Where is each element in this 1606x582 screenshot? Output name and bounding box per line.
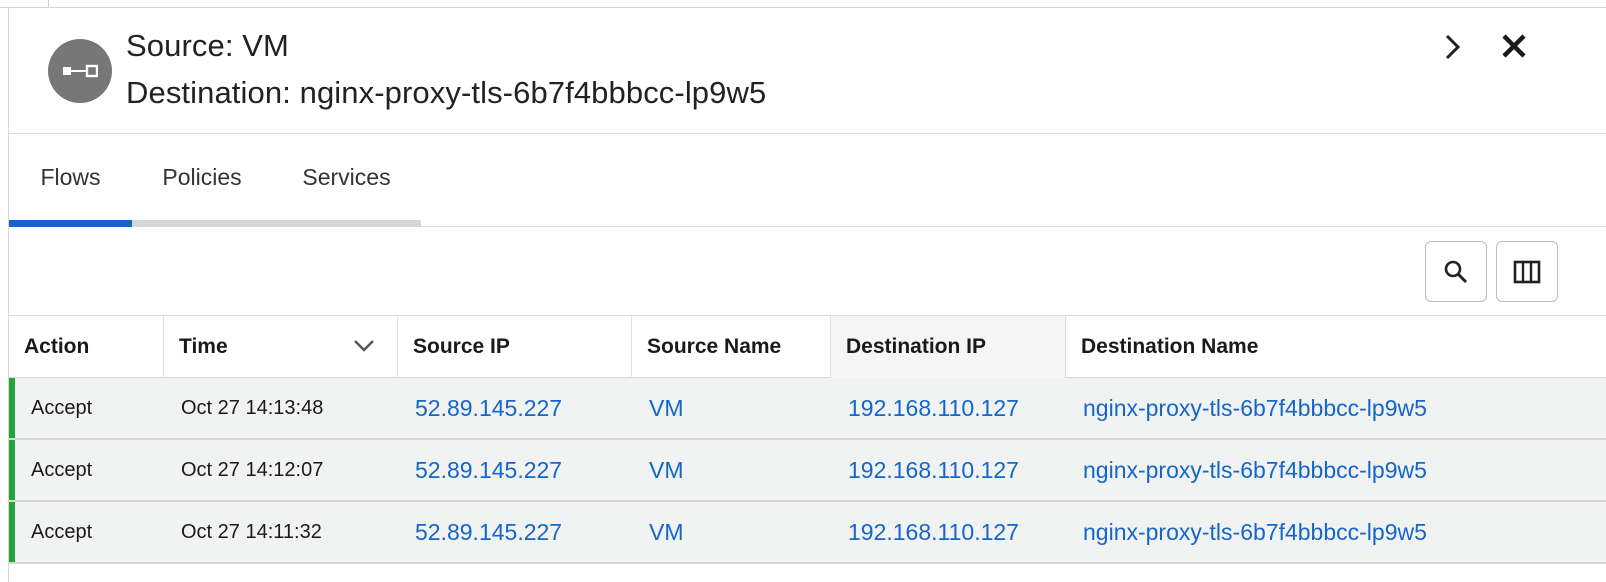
table-header: Action Time Source IP Source Name Destin… <box>9 316 1606 378</box>
close-icon <box>1502 34 1526 58</box>
column-label: Time <box>179 335 228 358</box>
connection-avatar <box>48 39 112 103</box>
table-row[interactable]: Accept Oct 27 14:13:48 52.89.145.227 VM … <box>9 378 1606 440</box>
column-header-destination-name[interactable]: Destination Name <box>1066 316 1606 378</box>
source-ip-link[interactable]: 52.89.145.227 <box>415 378 562 438</box>
time-cell: Oct 27 14:12:07 <box>181 458 324 481</box>
action-cell: Accept <box>31 396 93 419</box>
column-header-destination-ip[interactable]: Destination IP <box>831 316 1066 378</box>
destination-title: Destination: nginx-proxy-tls-6b7f4bbbcc-… <box>126 75 767 110</box>
search-icon <box>1444 260 1468 283</box>
time-cell: Oct 27 14:13:48 <box>181 396 324 419</box>
active-tab-indicator <box>9 220 132 227</box>
column-label: Destination IP <box>846 335 987 358</box>
destination-name-link[interactable]: nginx-proxy-tls-6b7f4bbbcc-lp9w5 <box>1083 440 1427 500</box>
tab-services[interactable]: Services <box>272 134 421 221</box>
destination-ip-link[interactable]: 192.168.110.127 <box>848 440 1019 500</box>
destination-name-link[interactable]: nginx-proxy-tls-6b7f4bbbcc-lp9w5 <box>1083 378 1427 438</box>
flow-detail-panel: Source: VM Destination: nginx-proxy-tls-… <box>8 8 1606 582</box>
status-indicator <box>9 378 15 438</box>
tab-flows[interactable]: Flows <box>9 134 132 221</box>
search-button[interactable] <box>1425 241 1487 302</box>
source-name-link[interactable]: VM <box>649 440 684 500</box>
destination-name-link[interactable]: nginx-proxy-tls-6b7f4bbbcc-lp9w5 <box>1083 502 1427 562</box>
table-row[interactable]: Accept Oct 27 14:12:07 52.89.145.227 VM … <box>9 440 1606 502</box>
expand-button[interactable] <box>1434 30 1470 66</box>
action-cell: Accept <box>31 520 93 543</box>
flows-table: Action Time Source IP Source Name Destin… <box>9 316 1606 564</box>
status-indicator <box>9 502 15 562</box>
tab-track <box>132 220 421 227</box>
source-name-link[interactable]: VM <box>649 502 684 562</box>
panel-header: Source: VM Destination: nginx-proxy-tls-… <box>9 8 1606 134</box>
source-ip-link[interactable]: 52.89.145.227 <box>415 440 562 500</box>
columns-button[interactable] <box>1496 241 1558 302</box>
column-header-time[interactable]: Time <box>164 316 398 378</box>
status-indicator <box>9 440 15 500</box>
chevron-down-icon <box>354 340 374 352</box>
action-cell: Accept <box>31 458 93 481</box>
connection-icon <box>63 64 98 78</box>
close-button[interactable] <box>1496 30 1532 66</box>
destination-ip-link[interactable]: 192.168.110.127 <box>848 502 1019 562</box>
top-edge-strip <box>0 0 1606 8</box>
column-header-action[interactable]: Action <box>9 316 164 378</box>
column-header-source-ip[interactable]: Source IP <box>398 316 632 378</box>
time-cell: Oct 27 14:11:32 <box>181 520 322 543</box>
source-title: Source: VM <box>126 28 289 63</box>
source-name-link[interactable]: VM <box>649 378 684 438</box>
column-label: Action <box>24 335 90 358</box>
source-ip-link[interactable]: 52.89.145.227 <box>415 502 562 562</box>
column-label: Source IP <box>413 335 510 358</box>
tab-policies[interactable]: Policies <box>132 134 272 221</box>
tab-bar: Flows Policies Services <box>9 134 1606 227</box>
chevron-right-icon <box>1445 34 1461 60</box>
table-row[interactable]: Accept Oct 27 14:11:32 52.89.145.227 VM … <box>9 502 1606 564</box>
divider <box>48 0 49 7</box>
column-header-source-name[interactable]: Source Name <box>632 316 831 378</box>
column-label: Source Name <box>647 335 782 358</box>
column-label: Destination Name <box>1081 335 1259 358</box>
table-toolbar <box>9 227 1606 316</box>
columns-icon <box>1513 260 1541 283</box>
destination-ip-link[interactable]: 192.168.110.127 <box>848 378 1019 438</box>
